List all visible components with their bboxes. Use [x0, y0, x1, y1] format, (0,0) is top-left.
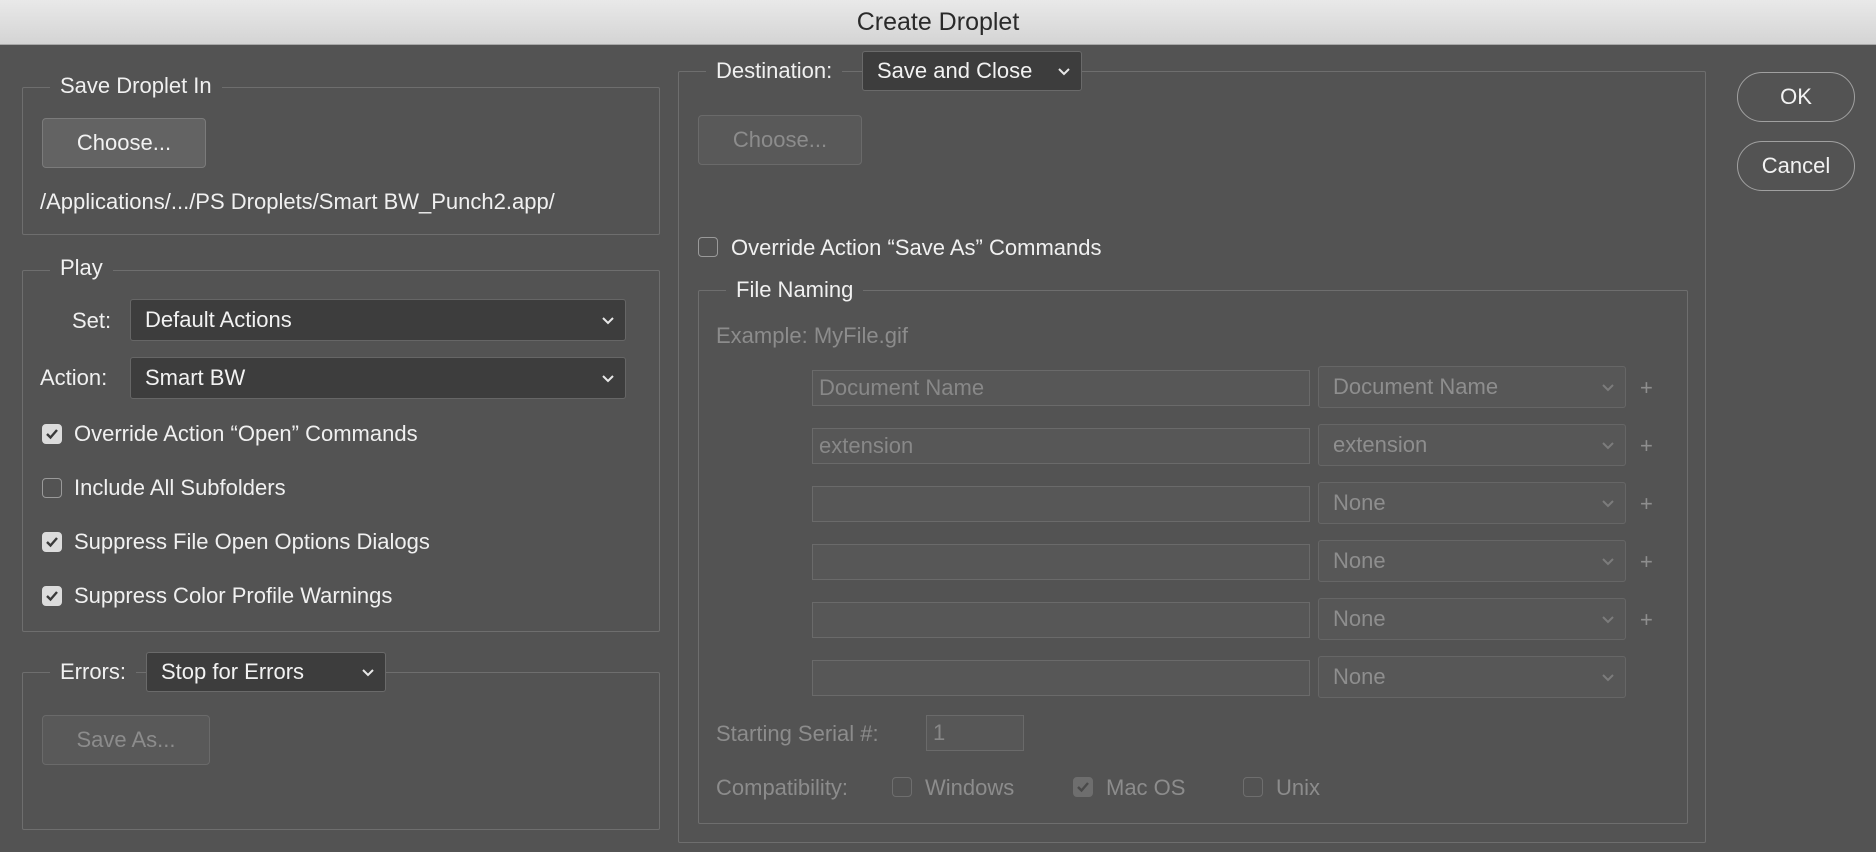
suppress-open-dialogs-checkbox[interactable]: [42, 532, 62, 552]
chevron-down-icon: [1602, 674, 1614, 682]
chevron-down-icon: [1602, 616, 1614, 624]
set-select[interactable]: Default Actions: [130, 299, 626, 341]
compat-macos-checkbox[interactable]: [1073, 777, 1093, 797]
include-subfolders-label: Include All Subfolders: [74, 475, 286, 500]
checkmark-icon: [46, 429, 58, 440]
naming-text-field[interactable]: extension: [812, 428, 1310, 464]
compat-windows-label: Windows: [925, 775, 1015, 800]
starting-serial-label: Starting Serial #:: [716, 721, 879, 746]
action-select-value: Smart BW: [145, 365, 246, 390]
naming-select[interactable]: None: [1318, 598, 1626, 640]
destination-choose-button[interactable]: Choose...: [698, 115, 862, 165]
override-save-as-label: Override Action “Save As” Commands: [731, 235, 1102, 260]
add-row-button[interactable]: +: [1640, 375, 1653, 401]
errors-select[interactable]: Stop for Errors: [146, 652, 386, 692]
chevron-down-icon: [602, 375, 614, 383]
action-label: Action:: [40, 365, 108, 390]
file-naming-legend: File Naming: [726, 276, 864, 304]
naming-text-field[interactable]: [812, 660, 1310, 696]
chevron-down-icon: [1058, 68, 1070, 76]
file-naming-example: Example: MyFile.gif: [716, 323, 908, 348]
action-select[interactable]: Smart BW: [130, 357, 626, 399]
title-bar: Create Droplet: [0, 0, 1876, 45]
chevron-down-icon: [1602, 442, 1614, 450]
save-droplet-in-legend: Save Droplet In: [50, 72, 222, 100]
errors-select-value: Stop for Errors: [161, 659, 305, 684]
checkmark-icon: [46, 537, 58, 548]
destination-label: Destination:: [706, 57, 843, 85]
compat-unix-checkbox[interactable]: [1243, 777, 1263, 797]
droplet-path: /Applications/.../PS Droplets/Smart BW_P…: [40, 189, 555, 214]
compat-windows-checkbox[interactable]: [892, 777, 912, 797]
chevron-down-icon: [1602, 500, 1614, 508]
naming-select[interactable]: Document Name: [1318, 366, 1626, 408]
add-row-button[interactable]: +: [1640, 549, 1653, 575]
chevron-down-icon: [1602, 558, 1614, 566]
cancel-button[interactable]: Cancel: [1737, 141, 1855, 191]
add-row-button[interactable]: +: [1640, 491, 1653, 517]
naming-text-field[interactable]: [812, 486, 1310, 522]
window-title: Create Droplet: [856, 7, 1020, 36]
override-open-checkbox[interactable]: [42, 424, 62, 444]
naming-select[interactable]: None: [1318, 482, 1626, 524]
override-save-as-checkbox[interactable]: [698, 237, 718, 257]
naming-select[interactable]: extension: [1318, 424, 1626, 466]
suppress-color-warnings-label: Suppress Color Profile Warnings: [74, 583, 393, 608]
suppress-open-dialogs-label: Suppress File Open Options Dialogs: [74, 529, 430, 554]
compatibility-label: Compatibility:: [716, 775, 849, 800]
chevron-down-icon: [362, 669, 374, 677]
suppress-color-warnings-checkbox[interactable]: [42, 586, 62, 606]
add-row-button[interactable]: +: [1640, 607, 1653, 633]
checkmark-icon: [46, 591, 58, 602]
chevron-down-icon: [1602, 384, 1614, 392]
set-select-value: Default Actions: [145, 307, 292, 332]
errors-save-as-button[interactable]: Save As...: [42, 715, 210, 765]
naming-select[interactable]: None: [1318, 656, 1626, 698]
naming-text-field[interactable]: [812, 544, 1310, 580]
destination-select-value: Save and Close: [877, 58, 1033, 83]
set-label: Set:: [72, 308, 112, 333]
add-row-button[interactable]: +: [1640, 433, 1653, 459]
compat-unix-label: Unix: [1276, 775, 1321, 800]
save-droplet-choose-button[interactable]: Choose...: [42, 118, 206, 168]
naming-text-field[interactable]: Document Name: [812, 370, 1310, 406]
naming-select[interactable]: None: [1318, 540, 1626, 582]
compat-macos-label: Mac OS: [1106, 775, 1186, 800]
naming-text-field[interactable]: [812, 602, 1310, 638]
play-legend: Play: [50, 254, 113, 282]
ok-button[interactable]: OK: [1737, 72, 1855, 122]
starting-serial-input[interactable]: 1: [926, 715, 1024, 751]
checkmark-icon: [1077, 782, 1089, 793]
destination-select[interactable]: Save and Close: [862, 51, 1082, 91]
chevron-down-icon: [602, 317, 614, 325]
errors-label: Errors:: [50, 658, 136, 686]
include-subfolders-checkbox[interactable]: [42, 478, 62, 498]
override-open-label: Override Action “Open” Commands: [74, 421, 418, 446]
